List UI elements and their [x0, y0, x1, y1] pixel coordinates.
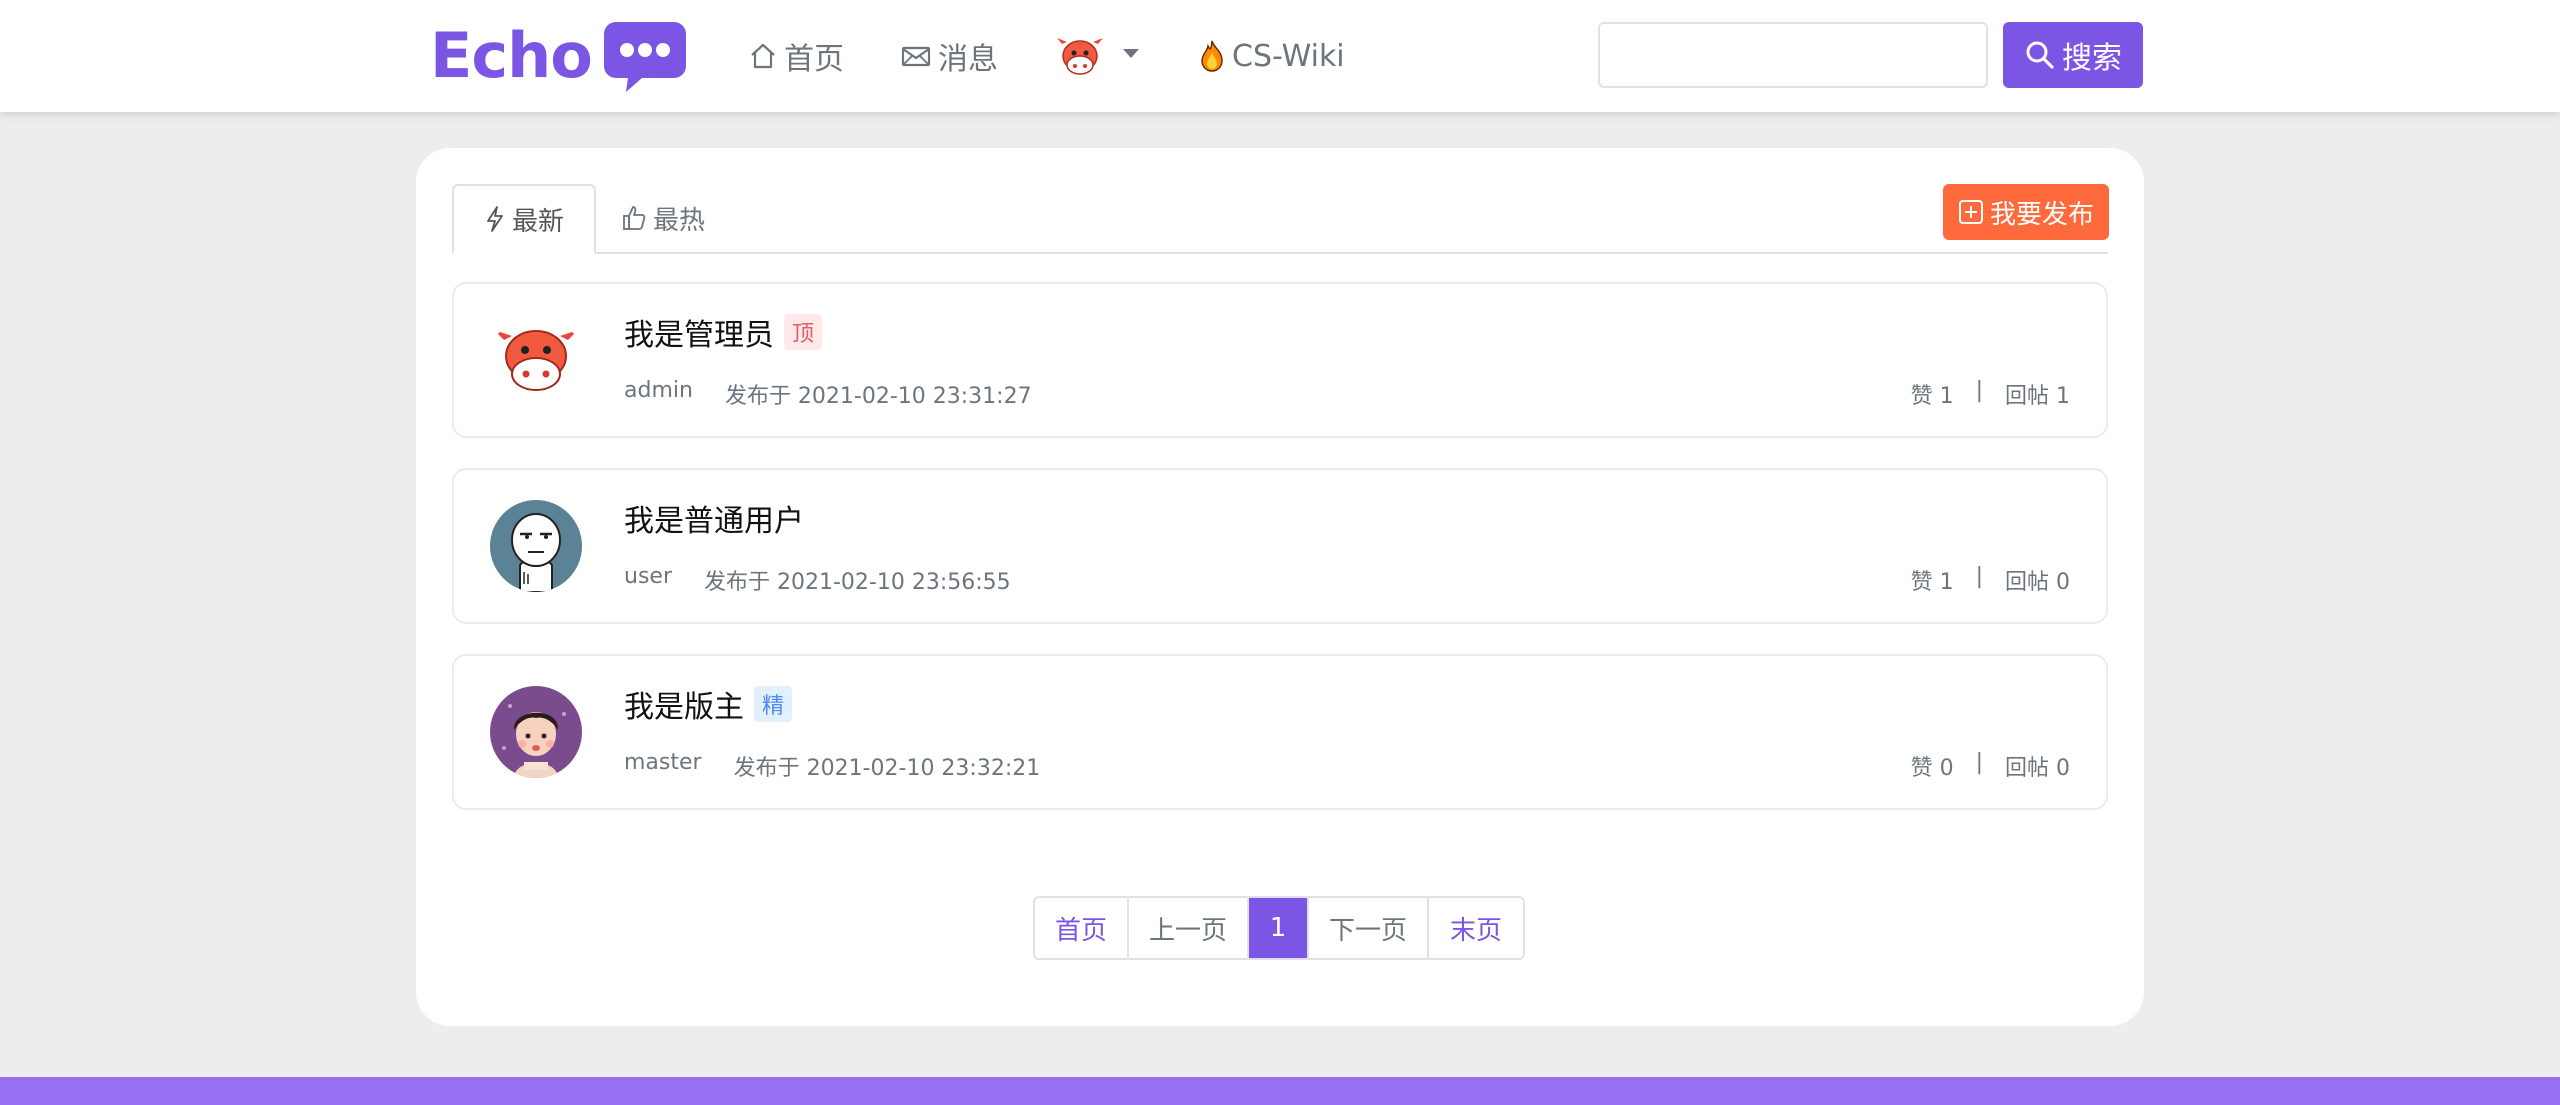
- tab-hottest[interactable]: 最热: [608, 184, 718, 252]
- pinned-badge: 顶: [784, 314, 823, 350]
- publish-post-button[interactable]: 我要发布: [1943, 184, 2109, 240]
- post-list-item[interactable]: 我是管理员 顶 admin 发布于 2021-02-10 23:31:27 赞 …: [452, 282, 2108, 438]
- post-title-text: 我是版主: [624, 690, 744, 725]
- post-likes: 赞 1: [1910, 570, 1954, 595]
- publish-post-label: 我要发布: [1989, 199, 2094, 230]
- avatar-admin[interactable]: [490, 314, 582, 406]
- search-input[interactable]: [1598, 22, 1988, 88]
- brand-text: Echo: [430, 19, 593, 92]
- lightning-icon: [487, 206, 503, 232]
- pagination-prev[interactable]: 上一页: [1129, 898, 1249, 958]
- post-likes: 赞 1: [1910, 384, 1954, 409]
- stats-separator: |: [1975, 378, 1983, 403]
- post-author: user: [624, 564, 672, 589]
- post-replies: 回帖 1: [2005, 384, 2070, 409]
- post-title-text: 我是管理员: [624, 318, 774, 353]
- tab-latest-label: 最新: [511, 206, 564, 237]
- nav-cs-wiki-label: CS-Wiki: [1232, 38, 1345, 74]
- pagination: 首页 上一页 1 下一页 末页: [1033, 896, 1525, 960]
- post-replies: 回帖 0: [2005, 570, 2070, 595]
- stats-separator: |: [1975, 750, 1983, 775]
- search-button-label: 搜索: [2062, 41, 2122, 76]
- nav-messages[interactable]: 消息: [900, 28, 998, 84]
- post-stats: 赞 1 | 回帖 0: [1911, 564, 2070, 596]
- pagination-last[interactable]: 末页: [1429, 898, 1523, 958]
- brand-logo[interactable]: Echo: [430, 18, 688, 94]
- stats-separator: |: [1975, 564, 1983, 589]
- pagination-first[interactable]: 首页: [1035, 898, 1129, 958]
- post-time: 发布于 2021-02-10 23:31:27: [724, 384, 1032, 409]
- navbar: Echo 首页 消息 CS-Wiki 搜索: [0, 0, 2560, 112]
- post-list-item[interactable]: 我是版主 精 master 发布于 2021-02-10 23:32:21 赞 …: [452, 654, 2108, 810]
- post-meta: admin 发布于 2021-02-10 23:31:27: [624, 378, 1032, 410]
- user-menu-dropdown[interactable]: [1055, 28, 1139, 84]
- post-meta: master 发布于 2021-02-10 23:32:21: [624, 750, 1040, 782]
- post-author: admin: [624, 378, 693, 403]
- nav-home[interactable]: 首页: [748, 28, 844, 84]
- post-replies: 回帖 0: [2005, 756, 2070, 781]
- pagination-next[interactable]: 下一页: [1309, 898, 1429, 958]
- post-title[interactable]: 我是管理员 顶: [624, 310, 823, 354]
- post-author: master: [624, 750, 702, 775]
- post-list-item[interactable]: 我是普通用户 user 发布于 2021-02-10 23:56:55 赞 1 …: [452, 468, 2108, 624]
- search-button[interactable]: 搜索: [2003, 22, 2143, 88]
- tab-latest[interactable]: 最新: [452, 184, 596, 254]
- nav-home-label: 首页: [784, 42, 844, 77]
- post-time: 发布于 2021-02-10 23:56:55: [704, 570, 1011, 595]
- post-stats: 赞 1 | 回帖 1: [1911, 378, 2070, 410]
- nav-cs-wiki[interactable]: CS-Wiki: [1198, 28, 1345, 84]
- post-likes: 赞 0: [1910, 756, 1954, 781]
- search-icon: [2026, 41, 2054, 69]
- post-time: 发布于 2021-02-10 23:32:21: [733, 756, 1041, 781]
- post-list-card: 最新 最热 我要发布 我是管理员 顶 admin 发布于 2021-02-10 …: [416, 148, 2144, 1026]
- thumbs-up-icon: [623, 206, 646, 230]
- envelope-icon: [901, 46, 931, 67]
- avatar-user[interactable]: [490, 500, 582, 592]
- footer-bar: [0, 1077, 2560, 1105]
- fire-icon: [1201, 40, 1223, 72]
- post-title[interactable]: 我是版主 精: [624, 682, 793, 726]
- chevron-down-icon: [1123, 48, 1139, 58]
- post-stats: 赞 0 | 回帖 0: [1911, 750, 2070, 782]
- post-meta: user 发布于 2021-02-10 23:56:55: [624, 564, 1011, 596]
- cow-avatar-icon: [1057, 38, 1103, 75]
- chat-bubble-icon: [602, 18, 688, 94]
- featured-badge: 精: [754, 686, 793, 722]
- home-icon: [751, 43, 775, 69]
- post-title-text: 我是普通用户: [624, 504, 804, 539]
- sort-tabs: 最新 最热: [452, 184, 2108, 254]
- plus-square-icon: [1958, 200, 1983, 224]
- tab-hottest-label: 最热: [652, 205, 705, 236]
- nav-messages-label: 消息: [938, 42, 998, 77]
- avatar-master[interactable]: [490, 686, 582, 778]
- pagination-current[interactable]: 1: [1249, 898, 1309, 958]
- post-title[interactable]: 我是普通用户: [624, 496, 804, 540]
